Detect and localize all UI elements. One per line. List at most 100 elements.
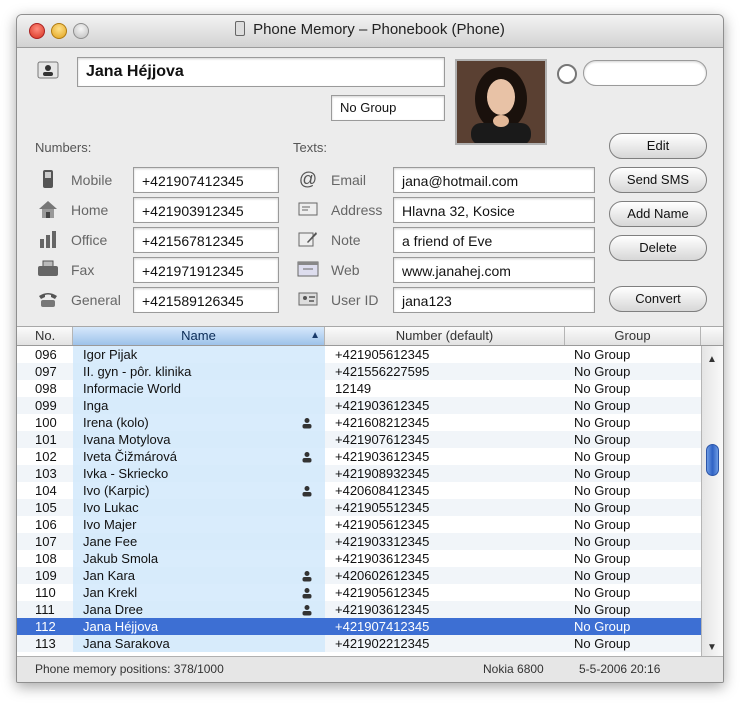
datetime-status: 5-5-2006 20:16	[579, 662, 661, 676]
scroll-down-arrow[interactable]: ▼	[707, 642, 717, 653]
column-header-no[interactable]: No.	[17, 327, 73, 345]
cell-number-text: +421902212345	[335, 636, 430, 651]
table-row[interactable]: 107 Jane Fee +421903312345 No Group	[17, 533, 701, 550]
cell-group-text: No Group	[574, 636, 631, 651]
cell-no: 097	[35, 363, 71, 380]
cell-no: 113	[35, 635, 71, 652]
contact-card-icon	[301, 569, 313, 582]
cell-name-text: Iveta Čižmárová	[83, 449, 177, 464]
cell-group: No Group	[574, 499, 701, 516]
cell-number: +420602612345	[335, 567, 565, 584]
table-scrollbar[interactable]: ▲ ▼	[701, 346, 723, 657]
cell-number-text: +421905612345	[335, 585, 430, 600]
cell-number-text: +420608412345	[335, 483, 430, 498]
table-row[interactable]: 102 Iveta Čižmárová +421903612345 No Group	[17, 448, 701, 465]
cell-name-text: Jana Dree	[83, 602, 143, 617]
table-row[interactable]: 105 Ivo Lukac +421905512345 No Group	[17, 499, 701, 516]
cell-name-text: Inga	[83, 398, 109, 413]
cell-no-text: 111	[35, 602, 55, 617]
user-id-field[interactable]: jana123	[393, 287, 595, 313]
mobile-number-field[interactable]: +421907412345	[133, 167, 279, 193]
search-icon[interactable]	[557, 64, 577, 84]
table-row[interactable]: 098 Informacie World 12149 No Group	[17, 380, 701, 397]
column-header-number[interactable]: Number (default)	[325, 327, 565, 345]
cell-name-text: Ivo (Karpic)	[83, 483, 150, 498]
cell-name-text: Jakub Smola	[83, 551, 159, 566]
send-sms-button[interactable]: Send SMS	[609, 167, 707, 193]
cell-name-text: Ivka - Skriecko	[83, 466, 169, 481]
cell-no: 096	[35, 346, 71, 363]
cell-group: No Group	[574, 618, 701, 635]
cell-number: +421903312345	[335, 533, 565, 550]
table-body: 096 Igor Pijak +421905612345 No Group 097 II.…	[17, 346, 701, 657]
address-field[interactable]: Hlavna 32, Kosice	[393, 197, 595, 223]
table-row[interactable]: 103 Ivka - Skriecko +421908932345 No Group	[17, 465, 701, 482]
general-number-field[interactable]: +421589126345	[133, 287, 279, 313]
delete-button[interactable]: Delete	[609, 235, 707, 261]
table-row[interactable]: 111 Jana Dree +421903612345 No Group	[17, 601, 701, 618]
table-row[interactable]: 101 Ivana Motylova +421907612345 No Group	[17, 431, 701, 448]
table-row[interactable]: 096 Igor Pijak +421905612345 No Group	[17, 346, 701, 363]
column-header-name[interactable]: Name ▲	[73, 327, 325, 345]
cell-name-text: Igor Pijak	[83, 347, 138, 362]
scroll-up-arrow[interactable]: ▲	[707, 354, 717, 365]
cell-name: II. gyn - pôr. klinika	[73, 363, 325, 380]
table-row[interactable]: 104 Ivo (Karpic) +420608412345 No Group	[17, 482, 701, 499]
cell-group-text: No Group	[574, 347, 631, 362]
table-row[interactable]: 097 II. gyn - pôr. klinika +421556227595 No…	[17, 363, 701, 380]
mobile-phone-icon	[37, 168, 59, 190]
cell-group: No Group	[574, 533, 701, 550]
web-label: Web	[331, 262, 360, 278]
fax-number-field[interactable]: +421971912345	[133, 257, 279, 283]
table-row[interactable]: 113 Jana Sarakova +421902212345 No Group	[17, 635, 701, 652]
table-row-selected[interactable]: 112 Jana Héjjova +421907412345 No Group	[17, 618, 701, 635]
cell-number: +421903612345	[335, 601, 565, 618]
search-input[interactable]	[583, 60, 707, 86]
cell-no: 106	[35, 516, 71, 533]
table-row[interactable]: 106 Ivo Majer +421905612345 No Group	[17, 516, 701, 533]
office-label: Office	[71, 232, 108, 248]
scrollbar-thumb[interactable]	[706, 444, 719, 476]
column-header-group[interactable]: Group	[565, 327, 701, 345]
note-icon	[297, 228, 319, 250]
cell-name: Ivana Motylova	[73, 431, 325, 448]
note-field[interactable]: a friend of Eve	[393, 227, 595, 253]
cell-no: 104	[35, 482, 71, 499]
cell-no-text: 112	[35, 619, 56, 634]
add-name-button[interactable]: Add Name	[609, 201, 707, 227]
fax-label: Fax	[71, 262, 95, 278]
cell-no: 102	[35, 448, 71, 465]
cell-no: 112	[35, 618, 71, 635]
cell-name-text: Ivo Lukac	[83, 500, 139, 515]
cell-name: Jane Fee	[73, 533, 325, 550]
convert-button[interactable]: Convert	[609, 286, 707, 312]
cell-no-text: 102	[35, 449, 57, 464]
table-row[interactable]: 110 Jan Krekl +421905612345 No Group	[17, 584, 701, 601]
user-id-icon	[297, 288, 319, 310]
cell-number-text: +421905612345	[335, 517, 430, 532]
edit-button[interactable]: Edit	[609, 133, 707, 159]
cell-number: +421903612345	[335, 397, 565, 414]
cell-name: Ivo Lukac	[73, 499, 325, 516]
cell-no-text: 096	[35, 347, 57, 362]
cell-group-text: No Group	[574, 585, 631, 600]
cell-no-text: 108	[35, 551, 57, 566]
contact-group-field[interactable]: No Group	[331, 95, 445, 121]
contact-name-field[interactable]: Jana Héjjova	[77, 57, 445, 87]
cell-name: Ivo Majer	[73, 516, 325, 533]
web-field[interactable]: www.janahej.com	[393, 257, 595, 283]
numbers-label: Numbers:	[35, 140, 92, 155]
cell-number: +421903612345	[335, 550, 565, 567]
home-number-field[interactable]: +421903912345	[133, 197, 279, 223]
title-bar[interactable]: Phone Memory – Phonebook (Phone)	[17, 15, 723, 48]
email-field[interactable]: jana@hotmail.com	[393, 167, 595, 193]
cell-number: +421556227595	[335, 363, 565, 380]
table-row[interactable]: 099 Inga +421903612345 No Group	[17, 397, 701, 414]
table-row[interactable]: 109 Jan Kara +420602612345 No Group	[17, 567, 701, 584]
table-row[interactable]: 108 Jakub Smola +421903612345 No Group	[17, 550, 701, 567]
cell-group-text: No Group	[574, 364, 631, 379]
office-number-field[interactable]: +421567812345	[133, 227, 279, 253]
table-row[interactable]: 100 Irena (kolo) +421608212345 No Group	[17, 414, 701, 431]
cell-no: 111	[35, 601, 71, 618]
cell-no: 101	[35, 431, 71, 448]
